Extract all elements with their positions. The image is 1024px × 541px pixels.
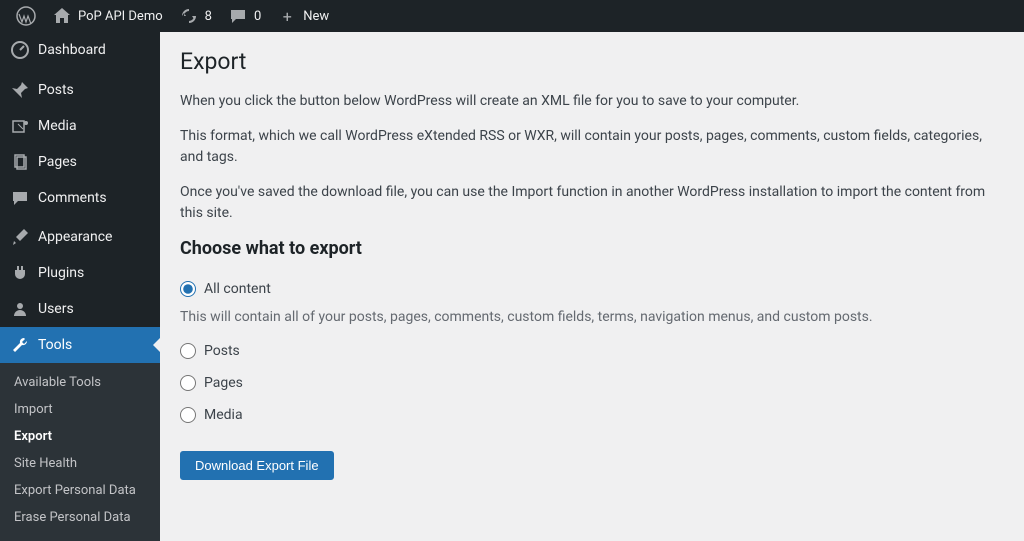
option-all-content[interactable]: All content — [180, 273, 1004, 305]
media-icon — [10, 116, 30, 136]
option-label: Media — [204, 407, 243, 423]
option-posts[interactable]: Posts — [180, 335, 1004, 367]
user-icon — [10, 299, 30, 319]
radio-pages[interactable] — [180, 375, 196, 391]
sidebar-item-label: Appearance — [38, 229, 112, 245]
admin-toolbar: PoP API Demo 8 0 + New — [0, 0, 1024, 32]
comments-link[interactable]: 0 — [220, 0, 269, 32]
dashboard-icon — [10, 40, 30, 60]
submenu-erase-personal-data[interactable]: Erase Personal Data — [0, 504, 160, 531]
export-heading: Choose what to export — [180, 238, 1004, 259]
plug-icon — [10, 263, 30, 283]
submenu-site-health[interactable]: Site Health — [0, 450, 160, 477]
new-label: New — [303, 9, 329, 24]
sidebar-item-label: Posts — [38, 82, 74, 98]
option-pages[interactable]: Pages — [180, 367, 1004, 399]
submenu-export[interactable]: Export — [0, 423, 160, 450]
option-label: Pages — [204, 375, 243, 391]
option-all-description: This will contain all of your posts, pag… — [180, 309, 1004, 325]
radio-posts[interactable] — [180, 343, 196, 359]
option-label: Posts — [204, 343, 240, 359]
sidebar-item-dashboard[interactable]: Dashboard — [0, 32, 160, 68]
tools-submenu: Available Tools Import Export Site Healt… — [0, 363, 160, 541]
sidebar-item-label: Comments — [38, 190, 107, 206]
sidebar-item-posts[interactable]: Posts — [0, 72, 160, 108]
updates-count: 8 — [205, 9, 212, 24]
submenu-export-personal-data[interactable]: Export Personal Data — [0, 477, 160, 504]
option-label: All content — [204, 281, 271, 297]
sidebar-item-plugins[interactable]: Plugins — [0, 255, 160, 291]
sidebar-item-tools[interactable]: Tools — [0, 327, 160, 363]
pages-icon — [10, 152, 30, 172]
wrench-icon — [10, 335, 30, 355]
download-export-button[interactable]: Download Export File — [180, 451, 334, 480]
sidebar-item-label: Users — [38, 301, 74, 317]
sidebar-item-appearance[interactable]: Appearance — [0, 219, 160, 255]
intro-paragraph-3: Once you've saved the download file, you… — [180, 182, 1004, 224]
sidebar-item-label: Dashboard — [38, 42, 106, 58]
radio-all-content[interactable] — [180, 281, 196, 297]
sidebar-item-label: Pages — [38, 154, 77, 170]
updates-link[interactable]: 8 — [171, 0, 220, 32]
sidebar-item-label: Media — [38, 118, 77, 134]
comment-icon — [228, 6, 248, 26]
radio-media[interactable] — [180, 407, 196, 423]
sidebar-item-users[interactable]: Users — [0, 291, 160, 327]
submenu-import[interactable]: Import — [0, 396, 160, 423]
plus-icon: + — [277, 6, 297, 26]
home-icon — [52, 6, 72, 26]
option-media[interactable]: Media — [180, 399, 1004, 431]
page-title: Export — [180, 48, 1004, 75]
submenu-available-tools[interactable]: Available Tools — [0, 369, 160, 396]
refresh-icon — [179, 6, 199, 26]
wordpress-icon — [16, 6, 36, 26]
intro-paragraph-1: When you click the button below WordPres… — [180, 91, 1004, 112]
sidebar-item-media[interactable]: Media — [0, 108, 160, 144]
site-name: PoP API Demo — [78, 9, 163, 24]
sidebar-item-comments[interactable]: Comments — [0, 180, 160, 216]
main-content: Export When you click the button below W… — [160, 32, 1024, 541]
sidebar-item-label: Tools — [38, 337, 72, 353]
sidebar-item-pages[interactable]: Pages — [0, 144, 160, 180]
pin-icon — [10, 80, 30, 100]
brush-icon — [10, 227, 30, 247]
comments-icon — [10, 188, 30, 208]
site-home[interactable]: PoP API Demo — [44, 0, 171, 32]
wp-logo[interactable] — [8, 0, 44, 32]
comments-count: 0 — [254, 9, 261, 24]
export-options: All content This will contain all of you… — [180, 273, 1004, 431]
intro-paragraph-2: This format, which we call WordPress eXt… — [180, 126, 1004, 168]
admin-sidebar: Dashboard Posts Media Pages Comments App… — [0, 32, 160, 541]
new-content[interactable]: + New — [269, 0, 337, 32]
sidebar-item-label: Plugins — [38, 265, 84, 281]
